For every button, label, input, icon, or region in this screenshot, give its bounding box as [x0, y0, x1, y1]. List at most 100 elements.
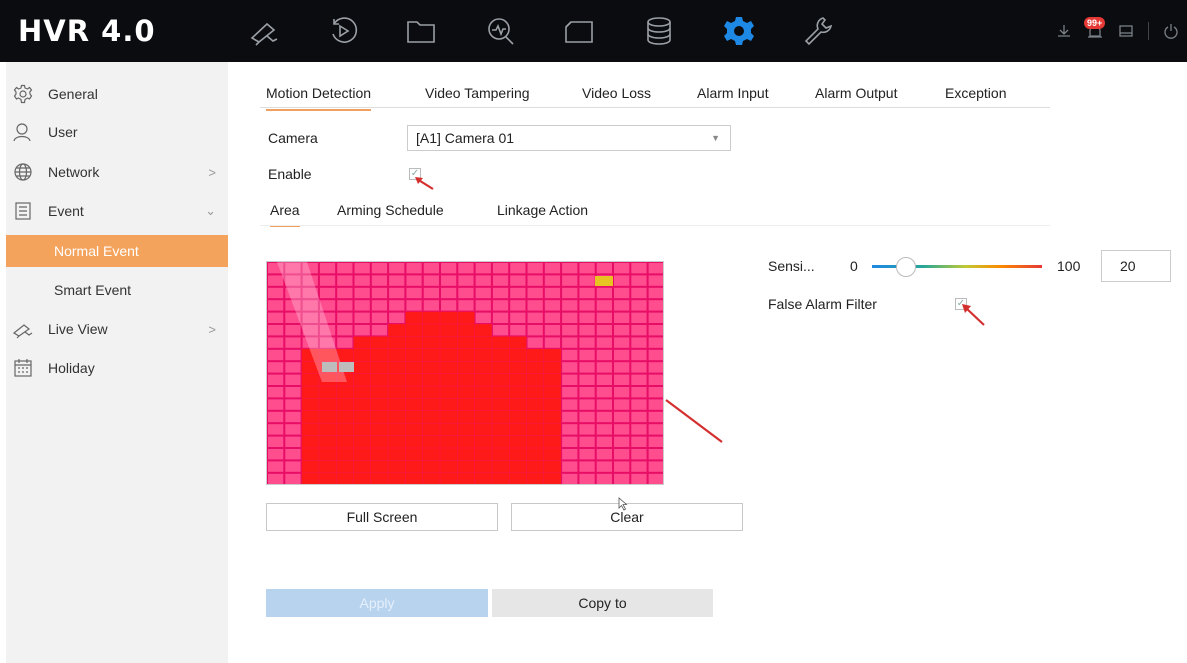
sensitivity-max: 100 — [1057, 258, 1081, 274]
power-icon[interactable] — [1163, 23, 1179, 39]
motion-grid-cell — [630, 386, 648, 399]
motion-grid-cell — [561, 373, 579, 386]
calendar-icon — [12, 357, 34, 379]
motion-grid-cell — [284, 472, 302, 484]
tab-exception[interactable]: Exception — [945, 85, 1006, 101]
smart-search-icon[interactable] — [483, 14, 519, 48]
motion-grid-cell — [319, 398, 337, 411]
motion-grid-cell — [353, 274, 371, 287]
motion-grid-cell — [595, 448, 613, 461]
motion-grid-cell — [509, 361, 527, 374]
motion-grid-cell — [457, 435, 475, 448]
sidebar-item-live-view[interactable]: Live View > — [6, 311, 228, 347]
motion-grid-cell — [509, 472, 527, 484]
lock-icon[interactable] — [1118, 23, 1134, 39]
configuration-icon[interactable] — [721, 14, 757, 48]
live-view-icon[interactable] — [246, 14, 282, 48]
motion-grid-cell — [388, 460, 406, 473]
motion-grid-cell — [474, 311, 492, 324]
motion-grid-cell — [543, 398, 561, 411]
motion-grid-cell — [509, 448, 527, 461]
file-management-icon[interactable] — [403, 14, 439, 48]
storage-icon[interactable] — [641, 14, 677, 48]
motion-detection-area[interactable] — [266, 261, 664, 485]
motion-grid-cell — [578, 324, 596, 337]
motion-grid-cell — [578, 336, 596, 349]
motion-grid-cell — [353, 410, 371, 423]
globe-icon — [12, 161, 34, 183]
sidebar-item-general[interactable]: General — [6, 76, 228, 112]
maintenance-icon[interactable] — [800, 14, 836, 48]
alarm-icon[interactable]: 99+ — [1084, 17, 1106, 39]
motion-grid-cell — [440, 361, 458, 374]
motion-grid-cell — [422, 435, 440, 448]
sidebar-item-holiday[interactable]: Holiday — [6, 350, 228, 386]
motion-grid-cell — [630, 311, 648, 324]
subtab-arming-schedule[interactable]: Arming Schedule — [337, 202, 444, 218]
motion-grid-cell — [267, 398, 285, 411]
motion-grid-cell — [267, 386, 285, 399]
motion-grid-cell — [474, 349, 492, 362]
motion-grid-cell — [319, 286, 337, 299]
motion-grid-cell — [630, 361, 648, 374]
subtab-area[interactable]: Area — [270, 202, 300, 227]
motion-grid-cell — [440, 349, 458, 362]
motion-grid-cell — [543, 274, 561, 287]
motion-grid-cell — [613, 373, 631, 386]
motion-grid-cell — [405, 262, 423, 275]
motion-grid-cell — [578, 349, 596, 362]
sidebar-item-user[interactable]: User — [6, 114, 228, 150]
motion-grid-cell — [578, 386, 596, 399]
motion-grid-cell — [422, 262, 440, 275]
copy-to-button[interactable]: Copy to — [492, 589, 713, 617]
motion-grid-cell — [561, 262, 579, 275]
motion-grid-cell — [613, 472, 631, 484]
motion-grid-cell — [613, 398, 631, 411]
tab-alarm-input[interactable]: Alarm Input — [697, 85, 769, 101]
sensitivity-value-input[interactable]: 20 — [1101, 250, 1171, 282]
sidebar-item-smart-event[interactable]: Smart Event — [6, 274, 228, 306]
tab-alarm-output[interactable]: Alarm Output — [815, 85, 897, 101]
motion-grid-cell — [440, 460, 458, 473]
motion-grid-cell — [543, 373, 561, 386]
subtab-linkage-action[interactable]: Linkage Action — [497, 202, 588, 218]
motion-grid-cell — [613, 324, 631, 337]
apply-button[interactable]: Apply — [266, 589, 488, 617]
motion-grid-cell — [561, 460, 579, 473]
motion-grid-cell — [492, 373, 510, 386]
motion-grid-cell — [474, 435, 492, 448]
motion-grid-cell — [284, 349, 302, 362]
motion-grid-cell — [543, 386, 561, 399]
chevron-down-icon: ▼ — [711, 133, 720, 143]
motion-grid-cell — [457, 361, 475, 374]
motion-grid-cell — [647, 361, 663, 374]
motion-grid-cell — [561, 336, 579, 349]
motion-grid-cell — [440, 386, 458, 399]
motion-grid-cell — [509, 423, 527, 436]
tab-motion-detection[interactable]: Motion Detection — [266, 85, 372, 111]
motion-grid-cell — [353, 448, 371, 461]
sidebar-item-event[interactable]: Event ⌄ — [6, 193, 228, 229]
annotation-arrow-icon — [665, 399, 723, 443]
tab-video-loss[interactable]: Video Loss — [582, 85, 651, 101]
sidebar-item-network[interactable]: Network > — [6, 154, 228, 190]
playback-icon[interactable] — [325, 14, 361, 48]
sensitivity-slider-handle[interactable] — [896, 257, 916, 277]
sidebar-item-normal-event[interactable]: Normal Event — [6, 235, 228, 267]
motion-grid-cell — [336, 311, 354, 324]
motion-grid-cell — [613, 336, 631, 349]
motion-grid-cell — [422, 448, 440, 461]
motion-grid-cell — [509, 274, 527, 287]
download-icon[interactable] — [1056, 23, 1072, 39]
motion-grid-cell — [388, 336, 406, 349]
tab-video-tampering[interactable]: Video Tampering — [425, 85, 530, 101]
motion-grid-cell — [630, 299, 648, 312]
motion-grid-cell — [319, 262, 337, 275]
motion-grid-cell — [492, 386, 510, 399]
motion-grid-cell — [353, 262, 371, 275]
camera-select[interactable]: [A1] Camera 01 ▼ — [407, 125, 731, 151]
manual-icon[interactable] — [561, 14, 597, 48]
motion-grid-cell — [492, 423, 510, 436]
motion-grid-cell — [284, 435, 302, 448]
full-screen-button[interactable]: Full Screen — [266, 503, 498, 531]
